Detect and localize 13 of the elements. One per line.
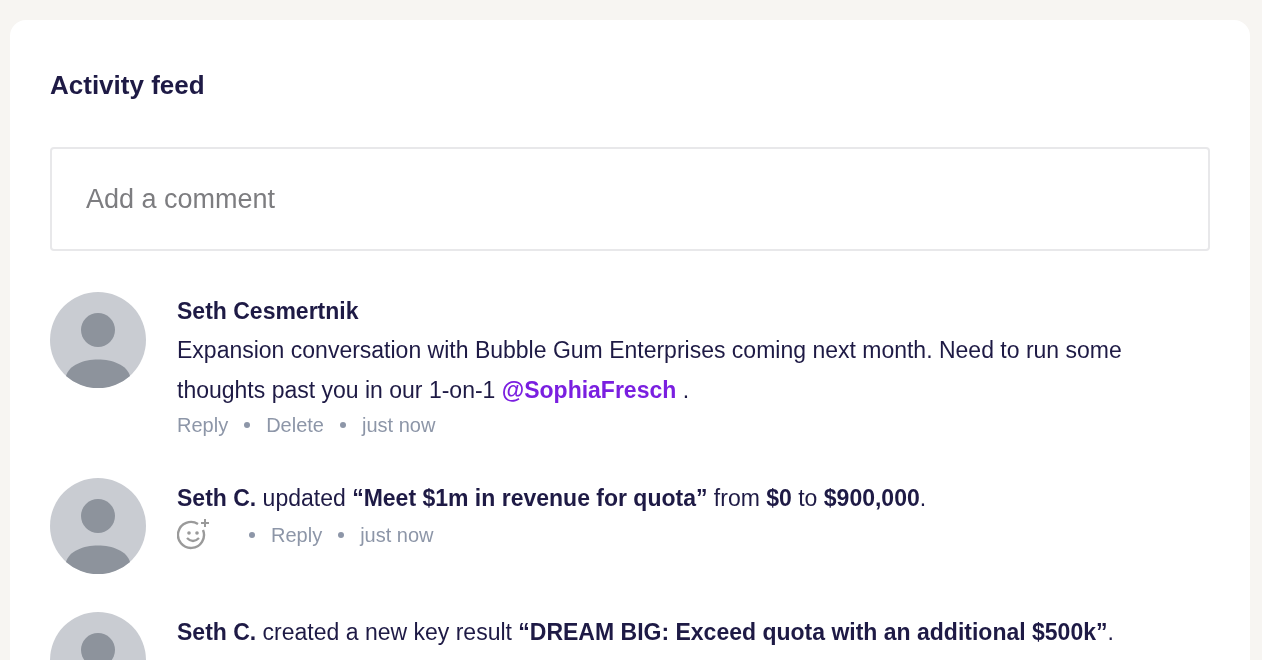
comment-field[interactable]: Add a comment xyxy=(50,147,1210,251)
author-name: Seth Cesmertnik xyxy=(177,297,360,326)
comment-text: Expansion conversation with Bubble Gum Enterprises coming next month. Need to run some thoughts past you in our 1-on-1 @SophiaFresch . xyxy=(177,336,1123,405)
activity-text: Seth C. created a new key result “DREAM BIG: Exceed quota with an additional $500k”. xyxy=(177,618,1115,647)
mention-link[interactable]: @SophiaFresch xyxy=(501,377,677,403)
timestamp: just now xyxy=(361,413,436,438)
action-link[interactable]: Reply xyxy=(271,520,323,550)
timestamp: just now xyxy=(360,523,434,548)
feed-title: Activity feed xyxy=(50,70,206,100)
action-link[interactable]: Delete xyxy=(266,410,324,440)
add-emoji-icon[interactable] xyxy=(177,518,211,552)
activity-text: Seth C. updated “Meet $1m in revenue for quota” from $0 to $900,000. xyxy=(177,484,928,513)
action-link[interactable]: Reply xyxy=(177,410,229,440)
